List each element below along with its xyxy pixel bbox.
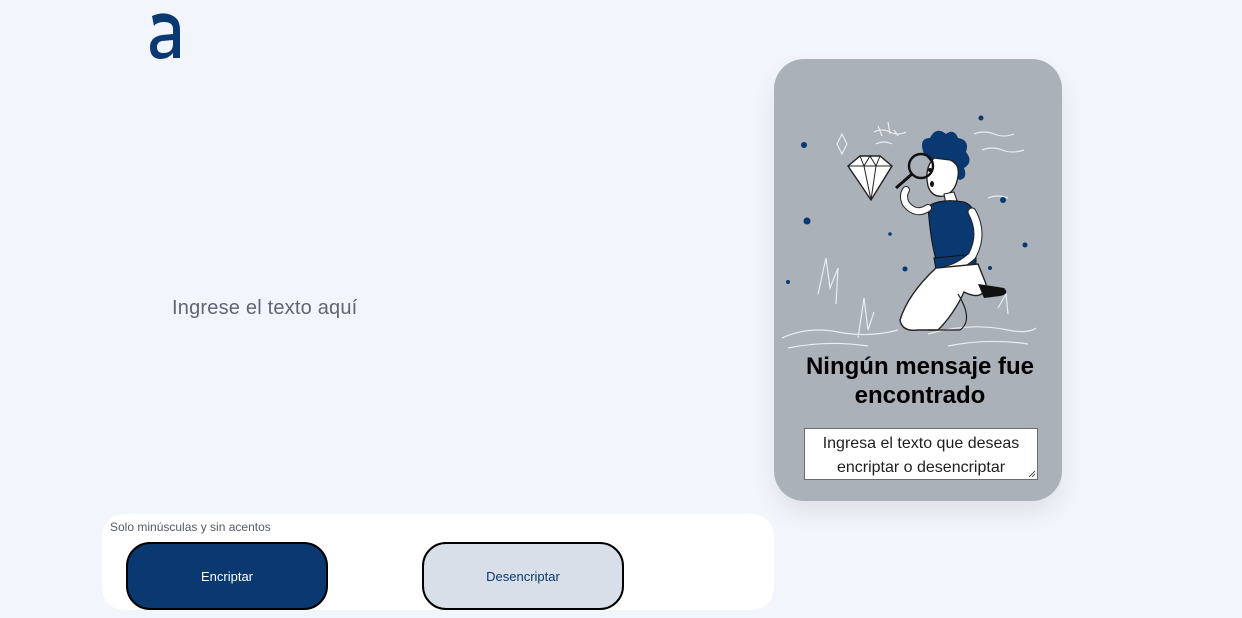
encrypt-button-label: Encriptar [200,568,254,584]
output-message-text: Ingresa el texto que deseas encriptar o … [822,435,1020,476]
alura-logo-icon[interactable] [146,10,186,62]
hint: Solo minúsculas y sin acentos [110,520,271,534]
decrypt-button[interactable]: Desencriptar [422,542,624,610]
hint-text: Solo minúsculas y sin acentos [110,520,271,534]
resize-grip-icon[interactable] [1028,470,1036,478]
no-message-title: Ningún mensaje fue encontrado [805,353,1035,409]
person-figure [895,130,1007,331]
output-message-box[interactable]: Ingresa el texto que deseas encriptar o … [804,428,1038,480]
text-input[interactable] [160,70,720,500]
encrypt-button[interactable]: Encriptar [126,542,328,610]
person-with-magnifying-glass-illustration [781,115,1037,349]
text-input-placeholder: Ingrese el texto aquí [172,297,358,319]
sparkle-decoration [836,132,848,156]
decrypt-button-label: Desencriptar [486,568,560,584]
diamond-icon [847,155,893,202]
